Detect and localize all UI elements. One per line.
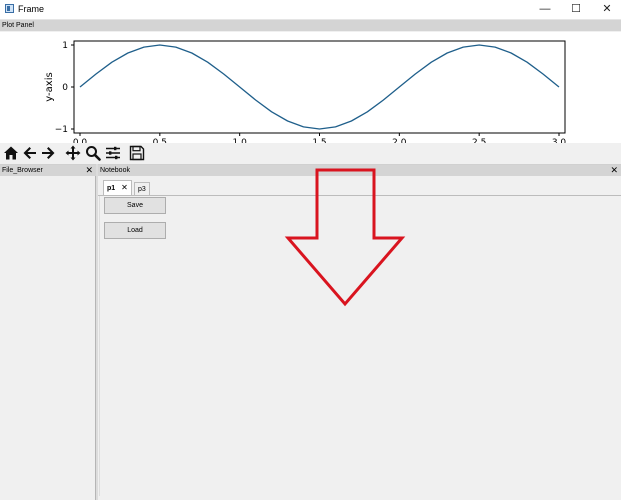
tab-p3-label: p3	[138, 186, 146, 193]
tab-p3[interactable]: p3	[134, 182, 150, 195]
tab-p1[interactable]: p1 ✕	[103, 180, 132, 195]
plot-axes-frame	[73, 40, 566, 134]
zoom-icon[interactable]	[85, 145, 101, 161]
file-browser-pane	[0, 176, 96, 500]
app-icon	[5, 4, 14, 13]
y-tick-label: −1	[55, 125, 68, 135]
y-tick-label: 0	[62, 83, 68, 93]
maximize-button[interactable]: ☐	[562, 0, 590, 19]
forward-icon[interactable]	[40, 145, 56, 161]
minimize-button[interactable]: —	[531, 0, 559, 19]
notebook-caption: Notebook ✕	[98, 165, 621, 176]
notebook-title: Notebook	[100, 167, 130, 174]
tab-close-icon[interactable]: ✕	[121, 183, 128, 192]
back-icon[interactable]	[22, 145, 38, 161]
notebook-tab-strip: p1 ✕ p3	[98, 180, 621, 196]
plot-canvas[interactable]: 0.0 0.5 1.0 1.5 2.0 2.5 3.0 1 0 −1 y-axis	[0, 32, 621, 143]
notebook-close-icon[interactable]: ✕	[610, 165, 618, 176]
window-title: Frame	[18, 4, 45, 14]
window-title-bar: Frame — ☐ ✕	[0, 0, 621, 20]
y-axis-label: y-axis	[44, 72, 55, 101]
file-browser-close-icon[interactable]: ✕	[85, 165, 93, 176]
notebook-page-p1: Save Load	[99, 196, 620, 496]
save-icon[interactable]	[129, 145, 145, 161]
y-tick-label: 1	[62, 41, 68, 51]
plot-panel-title: Plot Panel	[2, 22, 34, 29]
load-button[interactable]: Load	[104, 222, 166, 239]
plot-panel-caption: Plot Panel	[0, 20, 621, 31]
tab-p1-label: p1	[107, 185, 116, 192]
file-browser-caption: File_Browser ✕	[0, 165, 96, 176]
navigation-toolbar	[0, 143, 621, 165]
file-browser-title: File_Browser	[2, 167, 43, 174]
series-line	[79, 44, 560, 130]
save-button[interactable]: Save	[104, 197, 166, 214]
configure-subplots-icon[interactable]	[105, 145, 121, 161]
pan-icon[interactable]	[65, 145, 81, 161]
home-icon[interactable]	[3, 145, 19, 161]
line-chart: 0.0 0.5 1.0 1.5 2.0 2.5 3.010−1y-axis	[44, 40, 566, 143]
close-button[interactable]: ✕	[593, 0, 621, 19]
